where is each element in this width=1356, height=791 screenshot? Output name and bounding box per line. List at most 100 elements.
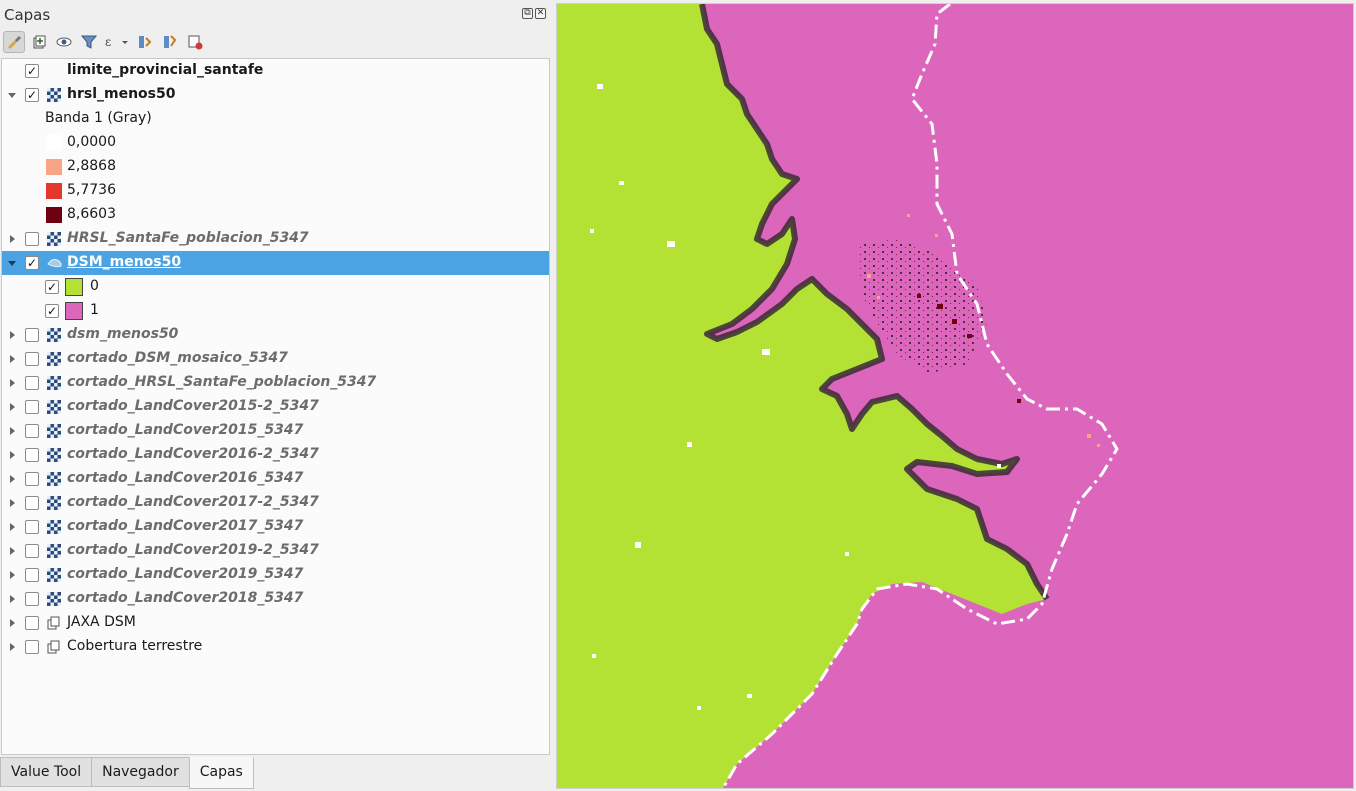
layer-row[interactable]: ✓ DSM_menos50: [2, 251, 549, 275]
layer-visibility-checkbox[interactable]: [25, 352, 39, 366]
filter-expression-button[interactable]: ε: [103, 31, 131, 53]
layer-visibility-checkbox[interactable]: [25, 544, 39, 558]
layer-name: cortado_LandCover2015_5347: [67, 422, 304, 438]
layer-row[interactable]: cortado_LandCover2016-2_5347: [2, 443, 549, 467]
layer-row[interactable]: cortado_LandCover2017_5347: [2, 515, 549, 539]
layers-panel: Capas ⧉ ✕ ε ✓ limite_provincial_santafe ✓ h…: [0, 0, 552, 791]
expand-arrow-icon[interactable]: [10, 619, 15, 627]
map-canvas[interactable]: [556, 3, 1354, 789]
layer-visibility-checkbox[interactable]: ✓: [25, 256, 39, 270]
collapse-arrow-icon[interactable]: [8, 261, 16, 266]
layer-row[interactable]: cortado_LandCover2017-2_5347: [2, 491, 549, 515]
layer-row[interactable]: Cobertura terrestre: [2, 635, 549, 659]
style-brush-button[interactable]: [3, 31, 25, 53]
legend-swatch: [46, 135, 62, 151]
expand-arrow-icon[interactable]: [10, 403, 15, 411]
filter-legend-button[interactable]: [78, 31, 100, 53]
layer-row[interactable]: ✓ limite_provincial_santafe: [2, 59, 549, 83]
expand-arrow-icon[interactable]: [10, 355, 15, 363]
layer-visibility-checkbox[interactable]: [25, 568, 39, 582]
expand-arrow-icon[interactable]: [10, 331, 15, 339]
expand-arrow-icon[interactable]: [10, 523, 15, 531]
layer-visibility-checkbox[interactable]: [25, 496, 39, 510]
legend-item: 2,8868: [2, 155, 549, 179]
layer-visibility-checkbox[interactable]: [25, 616, 39, 630]
raster-layer-icon: [47, 472, 61, 486]
layer-visibility-checkbox[interactable]: [25, 232, 39, 246]
layer-row[interactable]: ✓ hrsl_menos50: [2, 83, 549, 107]
layer-visibility-checkbox[interactable]: ✓: [25, 88, 39, 102]
layer-visibility-checkbox[interactable]: [25, 448, 39, 462]
layer-visibility-checkbox[interactable]: [25, 640, 39, 654]
add-group-button[interactable]: [28, 31, 50, 53]
remove-layer-button[interactable]: [184, 31, 206, 53]
expand-arrow-icon[interactable]: [10, 427, 15, 435]
layer-visibility-checkbox[interactable]: [25, 400, 39, 414]
layer-row[interactable]: HRSL_SantaFe_poblacion_5347: [2, 227, 549, 251]
class-row[interactable]: ✓ 1: [2, 299, 549, 323]
expand-arrow-icon[interactable]: [10, 499, 15, 507]
layer-visibility-checkbox[interactable]: [25, 520, 39, 534]
collapse-all-button[interactable]: [159, 31, 181, 53]
layer-row[interactable]: JAXA DSM: [2, 611, 549, 635]
expand-arrow-icon[interactable]: [10, 235, 15, 243]
class-row[interactable]: ✓ 0: [2, 275, 549, 299]
remove-layer-icon: [188, 35, 203, 50]
expand-arrow-icon[interactable]: [10, 379, 15, 387]
filter-legend-icon: [81, 35, 97, 49]
float-panel-icon[interactable]: ⧉: [522, 8, 533, 19]
map-render: [557, 4, 1353, 788]
layer-name: cortado_LandCover2019_5347: [67, 566, 304, 582]
layer-name: cortado_LandCover2015-2_5347: [67, 398, 319, 414]
class-value: 0: [90, 278, 99, 294]
layer-visibility-checkbox[interactable]: [25, 328, 39, 342]
expand-arrow-icon[interactable]: [10, 571, 15, 579]
expand-arrow-icon[interactable]: [10, 547, 15, 555]
collapse-arrow-icon[interactable]: [8, 93, 16, 98]
raster-layer-icon: [47, 232, 61, 246]
layer-row[interactable]: cortado_LandCover2016_5347: [2, 467, 549, 491]
expand-arrow-icon[interactable]: [10, 643, 15, 651]
layer-visibility-checkbox[interactable]: ✓: [25, 64, 39, 78]
layer-row[interactable]: cortado_LandCover2018_5347: [2, 587, 549, 611]
tab-value-tool[interactable]: Value Tool: [0, 757, 93, 787]
filter-expression-icon: ε: [105, 35, 128, 49]
layer-name: HRSL_SantaFe_poblacion_5347: [67, 230, 309, 246]
raster-layer-icon: [47, 376, 61, 390]
layer-row[interactable]: cortado_LandCover2019_5347: [2, 563, 549, 587]
class-visibility-checkbox[interactable]: ✓: [45, 280, 59, 294]
group-icon: [47, 640, 61, 654]
expand-arrow-icon[interactable]: [10, 595, 15, 603]
layer-visibility-checkbox[interactable]: [25, 472, 39, 486]
layer-name: Cobertura terrestre: [67, 638, 203, 654]
tab-navegador[interactable]: Navegador: [91, 757, 190, 787]
layer-visibility-checkbox[interactable]: [25, 376, 39, 390]
tab-capas[interactable]: Capas: [188, 757, 254, 789]
window-buttons: ⧉ ✕: [522, 8, 546, 19]
layer-visibility-checkbox[interactable]: [25, 424, 39, 438]
layer-visibility-checkbox[interactable]: [25, 592, 39, 606]
layer-row[interactable]: cortado_HRSL_SantaFe_poblacion_5347: [2, 371, 549, 395]
layer-row[interactable]: cortado_LandCover2015_5347: [2, 419, 549, 443]
expand-arrow-icon[interactable]: [10, 475, 15, 483]
class-visibility-checkbox[interactable]: ✓: [45, 304, 59, 318]
close-panel-icon[interactable]: ✕: [535, 8, 546, 19]
layers-toolbar: ε: [3, 29, 206, 55]
expand-all-button[interactable]: [134, 31, 156, 53]
raster-layer-icon: [47, 328, 61, 342]
layer-row[interactable]: cortado_LandCover2015-2_5347: [2, 395, 549, 419]
layer-row[interactable]: dsm_menos50: [2, 323, 549, 347]
legend-swatch: [46, 159, 62, 175]
layer-row[interactable]: cortado_DSM_mosaico_5347: [2, 347, 549, 371]
panel-tabs: Value Tool Navegador Capas: [0, 757, 254, 789]
class-swatch: [65, 302, 83, 320]
layer-name: DSM_menos50: [67, 254, 182, 270]
legend-swatch: [46, 183, 62, 199]
layer-name: cortado_LandCover2017-2_5347: [67, 494, 319, 510]
layer-row[interactable]: cortado_LandCover2019-2_5347: [2, 539, 549, 563]
style-brush-icon: [8, 36, 21, 49]
visibility-eye-icon: [56, 37, 72, 47]
expand-arrow-icon[interactable]: [10, 451, 15, 459]
raster-layer-icon: [47, 88, 61, 102]
visibility-button[interactable]: [53, 31, 75, 53]
